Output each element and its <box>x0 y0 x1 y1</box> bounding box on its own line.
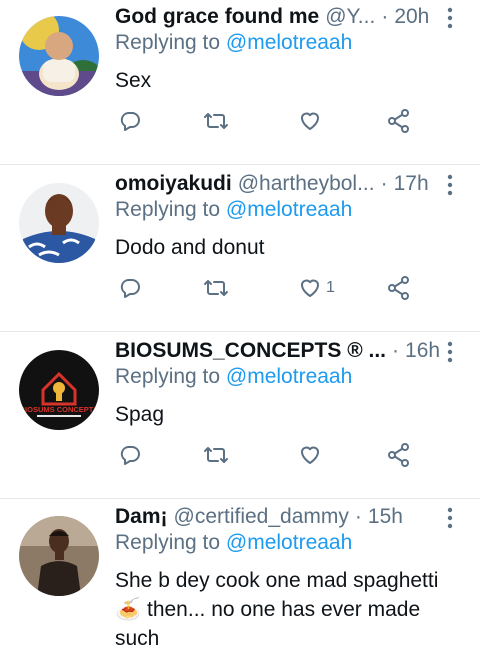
more-options-icon[interactable] <box>442 340 458 364</box>
reply-icon <box>120 279 140 298</box>
tweet-actions: 1 <box>115 273 435 303</box>
replying-to: Replying to @melotreaah <box>115 31 352 55</box>
heart-icon <box>301 112 319 130</box>
avatar[interactable] <box>19 16 99 96</box>
tweet-text-line: 🍝 then... no one has ever made <box>115 598 421 621</box>
timestamp[interactable]: 20h <box>394 5 429 29</box>
avatar[interactable] <box>19 516 99 596</box>
timestamp[interactable]: 17h <box>394 172 429 196</box>
share-button[interactable] <box>386 273 412 303</box>
retweet-icon <box>204 447 228 463</box>
reply-button[interactable] <box>118 106 142 136</box>
tweet-1[interactable]: God grace found me @Y... · 20h Replying … <box>0 0 480 164</box>
tweet-actions <box>115 440 435 470</box>
display-name[interactable]: Dam¡ <box>115 505 168 529</box>
tweet-text-line: Spag <box>115 403 165 426</box>
share-button[interactable] <box>386 106 412 136</box>
tweet-4[interactable]: Dam¡ @certified_dammy · 15h Replying to … <box>0 500 480 665</box>
replying-to: Replying to @melotreaah <box>115 531 352 555</box>
retweet-button[interactable] <box>203 273 229 303</box>
divider <box>0 164 480 165</box>
retweet-button[interactable] <box>203 440 229 470</box>
avatar-logo-text: BIOSUMS CONCEPTS <box>20 405 99 414</box>
share-icon <box>388 443 409 467</box>
tweet-text: Sex <box>115 66 465 95</box>
tweet-text-line: Dodo and donut <box>115 236 265 259</box>
tweet-text: Dodo and donut <box>115 233 465 262</box>
replying-to: Replying to @melotreaah <box>115 365 352 389</box>
mention-link[interactable]: @melotreaah <box>226 198 352 221</box>
tweet-text-line: such <box>115 627 160 650</box>
share-icon <box>388 109 409 133</box>
user-handle[interactable]: @Y... <box>325 5 375 29</box>
heart-icon <box>301 446 319 464</box>
heart-icon <box>301 279 319 297</box>
mention-link[interactable]: @melotreaah <box>226 531 352 554</box>
tweet-header: BIOSUMS_CONCEPTS ® ... · 16h <box>115 334 440 368</box>
tweet-2[interactable]: omoiyakudi @hartheybol... · 17h Replying… <box>0 167 480 331</box>
more-options-icon[interactable] <box>442 173 458 197</box>
like-button[interactable]: 1 <box>298 273 335 303</box>
reply-button[interactable] <box>118 440 142 470</box>
reply-icon <box>120 112 140 131</box>
retweet-icon <box>204 280 228 296</box>
avatar[interactable] <box>19 183 99 263</box>
dot-separator: · <box>381 5 389 28</box>
mention-link[interactable]: @melotreaah <box>226 31 352 54</box>
tweet-text: She b dey cook one mad spaghetti 🍝 then.… <box>115 566 465 653</box>
reply-button[interactable] <box>118 273 142 303</box>
tweet-header: God grace found me @Y... · 20h <box>115 0 440 34</box>
like-button[interactable] <box>298 106 326 136</box>
display-name[interactable]: omoiyakudi <box>115 172 232 196</box>
tweet-actions <box>115 106 435 136</box>
user-handle[interactable]: @hartheybol... <box>238 172 375 196</box>
user-handle[interactable]: @certified_dammy <box>174 505 349 529</box>
like-button[interactable] <box>298 440 326 470</box>
avatar[interactable]: BIOSUMS CONCEPTS <box>19 350 99 430</box>
replying-to-label: Replying to <box>115 198 221 221</box>
more-options-icon[interactable] <box>442 6 458 30</box>
tweet-3[interactable]: BIOSUMS CONCEPTS BIOSUMS_CONCEPTS ® ... … <box>0 334 480 498</box>
share-icon <box>388 276 409 300</box>
divider <box>0 498 480 499</box>
tweet-text: Spag <box>115 400 465 429</box>
tweet-text-line: Sex <box>115 69 152 92</box>
dot-separator: · <box>354 505 362 528</box>
share-button[interactable] <box>386 440 412 470</box>
tweet-header: Dam¡ @certified_dammy · 15h <box>115 500 440 534</box>
reply-icon <box>120 446 140 465</box>
display-name[interactable]: BIOSUMS_CONCEPTS ® ... <box>115 339 386 363</box>
replying-to-label: Replying to <box>115 365 221 388</box>
retweet-icon <box>204 113 228 129</box>
tweet-text-line: She b dey cook one mad spaghetti <box>115 569 439 592</box>
timestamp[interactable]: 15h <box>368 505 403 529</box>
timestamp[interactable]: 16h <box>405 339 440 363</box>
tweet-header: omoiyakudi @hartheybol... · 17h <box>115 167 440 201</box>
retweet-button[interactable] <box>203 106 229 136</box>
more-options-icon[interactable] <box>442 506 458 530</box>
replying-to-label: Replying to <box>115 31 221 54</box>
like-count: 1 <box>326 279 335 296</box>
dot-separator: · <box>392 339 400 362</box>
replying-to: Replying to @melotreaah <box>115 198 352 222</box>
divider <box>0 331 480 332</box>
display-name[interactable]: God grace found me <box>115 5 319 29</box>
dot-separator: · <box>380 172 388 195</box>
mention-link[interactable]: @melotreaah <box>226 365 352 388</box>
replying-to-label: Replying to <box>115 531 221 554</box>
